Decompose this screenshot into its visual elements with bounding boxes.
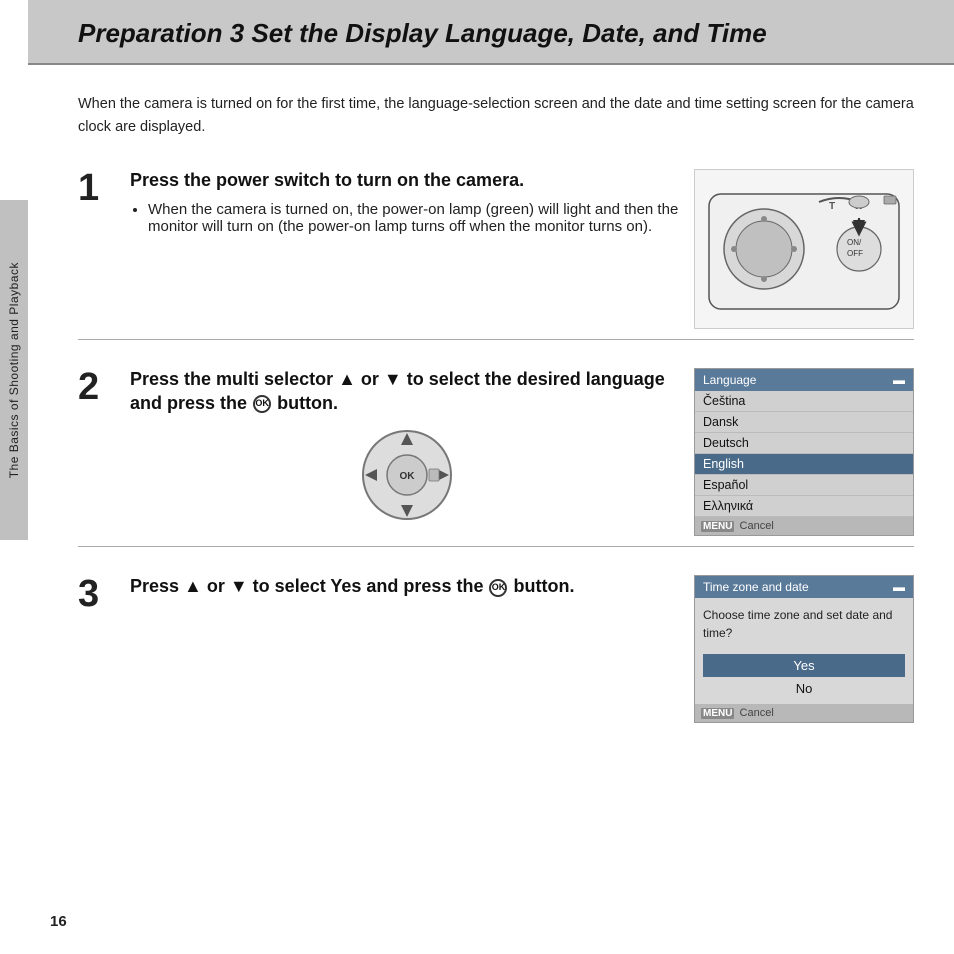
language-screen: Language ▬ Čeština Dansk Deutsch English… — [694, 368, 914, 536]
page-header: Preparation 3 Set the Display Language, … — [28, 0, 954, 65]
step-1-bullets: When the camera is turned on, the power-… — [148, 201, 684, 235]
svg-text:OFF: OFF — [847, 249, 863, 258]
step-1-number: 1 — [78, 169, 130, 207]
step-3: 3 Press ▲ or ▼ to select Yes and press t… — [78, 575, 914, 723]
camera-svg: T W ON/ OFF — [699, 174, 909, 324]
tz-option-no: No — [703, 677, 905, 700]
selector-svg: OK — [357, 425, 457, 525]
lang-item-4: Español — [695, 475, 913, 496]
sidebar-tab: The Basics of Shooting and Playback — [0, 200, 28, 540]
step-2-content: Press the multi selector ▲ or ▼ to selec… — [130, 368, 684, 525]
step-2-image: Language ▬ Čeština Dansk Deutsch English… — [684, 368, 914, 536]
step-3-image: Time zone and date ▬ Choose time zone an… — [684, 575, 914, 723]
divider-2 — [78, 546, 914, 547]
svg-text:T: T — [829, 201, 835, 212]
lang-screen-icon: ▬ — [893, 373, 905, 387]
step-1-image: T W ON/ OFF — [684, 169, 914, 329]
page-title: Preparation 3 Set the Display Language, … — [78, 18, 914, 49]
step-1-title: Press the power switch to turn on the ca… — [130, 169, 684, 192]
ok-button-icon-3: OK — [489, 579, 507, 597]
step-1-bullet-0: When the camera is turned on, the power-… — [148, 201, 684, 235]
lang-screen-header: Language ▬ — [695, 369, 913, 391]
lang-item-2: Deutsch — [695, 433, 913, 454]
step-2-title: Press the multi selector ▲ or ▼ to selec… — [130, 368, 684, 415]
step-3-content: Press ▲ or ▼ to select Yes and press the… — [130, 575, 684, 606]
lang-item-3: English — [695, 454, 913, 475]
svg-text:ON/: ON/ — [847, 238, 862, 247]
step-2-number: 2 — [78, 368, 130, 406]
menu-label: MENU — [701, 521, 734, 532]
ok-button-icon-2: OK — [253, 395, 271, 413]
step-2: 2 Press the multi selector ▲ or ▼ to sel… — [78, 368, 914, 536]
multi-selector-diagram: OK — [130, 425, 684, 525]
camera-diagram: T W ON/ OFF — [694, 169, 914, 329]
timezone-screen: Time zone and date ▬ Choose time zone an… — [694, 575, 914, 723]
step-1-content: Press the power switch to turn on the ca… — [130, 169, 684, 236]
lang-item-1: Dansk — [695, 412, 913, 433]
intro-text: When the camera is turned on for the fir… — [78, 93, 914, 139]
lang-screen-footer: MENU Cancel — [695, 517, 913, 535]
sidebar-tab-label: The Basics of Shooting and Playback — [7, 262, 21, 478]
tz-screen-icon: ▬ — [893, 580, 905, 594]
svg-text:OK: OK — [400, 471, 416, 482]
tz-screen-footer: MENU Cancel — [695, 704, 913, 722]
lang-screen-body: Čeština Dansk Deutsch English Español Ελ… — [695, 391, 913, 517]
divider-1 — [78, 339, 914, 340]
page-number: 16 — [50, 913, 67, 930]
tz-screen-header: Time zone and date ▬ — [695, 576, 913, 598]
step-3-number: 3 — [78, 575, 130, 613]
lang-item-5: Ελληνικά — [695, 496, 913, 517]
tz-menu-label: MENU — [701, 708, 734, 719]
lang-item-0: Čeština — [695, 391, 913, 412]
tz-option-yes: Yes — [703, 654, 905, 677]
tz-screen-body: Choose time zone and set date and time? … — [695, 598, 913, 704]
step-3-title: Press ▲ or ▼ to select Yes and press the… — [130, 575, 684, 598]
step-1: 1 Press the power switch to turn on the … — [78, 169, 914, 329]
